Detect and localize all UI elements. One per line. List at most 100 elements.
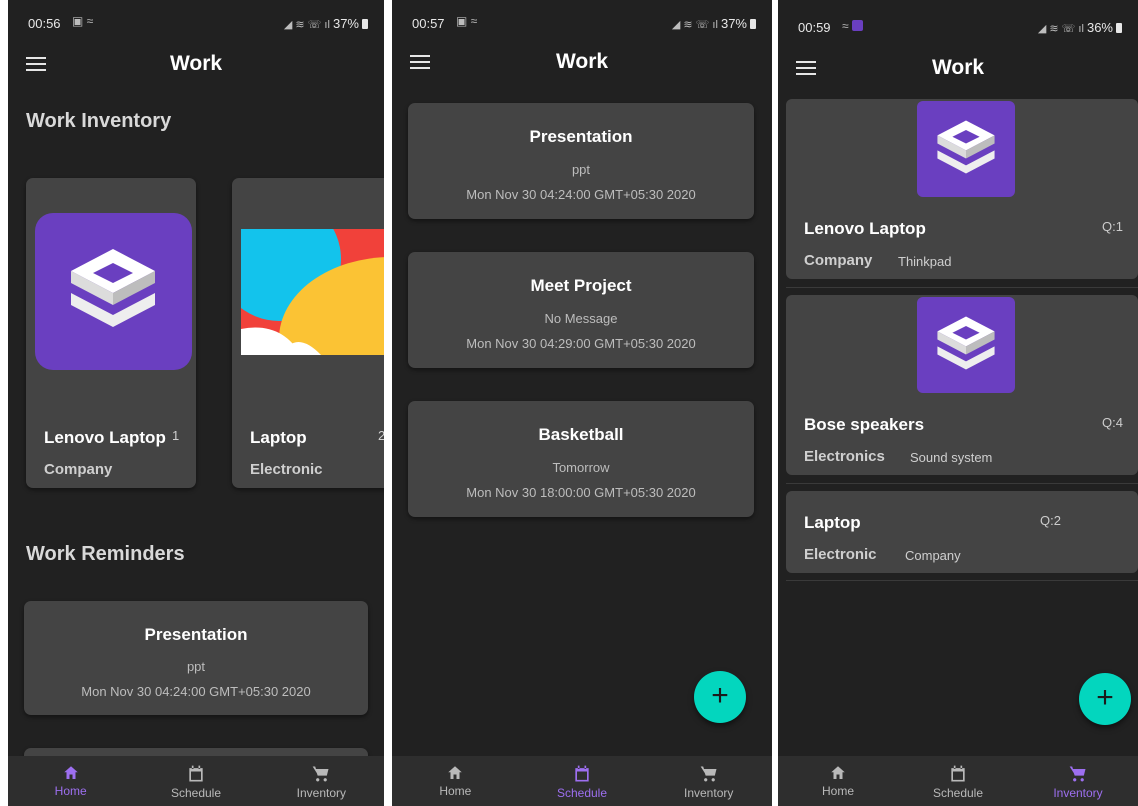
reminder-date: Mon Nov 30 18:00:00 GMT+05:30 2020 bbox=[466, 485, 696, 500]
notification-icons: ≈ bbox=[842, 19, 863, 33]
battery-icon bbox=[750, 19, 756, 29]
plus-icon: + bbox=[1096, 681, 1114, 714]
reminders-heading: Work Reminders bbox=[26, 543, 185, 565]
home-icon bbox=[62, 764, 80, 782]
nav-schedule-label: Schedule bbox=[932, 786, 984, 800]
item-detail: Thinkpad bbox=[898, 254, 952, 269]
home-screen: 00:56 ▣ ≈ ◢ ≋ ☏ ıl 37% Work Work Invento… bbox=[8, 0, 384, 806]
reminder-title: Presentation bbox=[529, 127, 633, 146]
reminder-card[interactable]: Presentation ppt Mon Nov 30 04:24:00 GMT… bbox=[24, 601, 368, 715]
status-bar: 00:56 ▣ ≈ ◢ ≋ ☏ ıl 37% bbox=[8, 0, 384, 44]
list-divider bbox=[786, 580, 1138, 581]
nav-inventory-label: Inventory bbox=[1053, 786, 1103, 800]
item-qty: Q:1 bbox=[1102, 219, 1123, 234]
nav-home-label: Home bbox=[54, 784, 87, 798]
app-title: Work bbox=[555, 50, 609, 73]
reminder-card[interactable]: Meet Project No Message Mon Nov 30 04:29… bbox=[408, 252, 754, 368]
status-time: 00:57 bbox=[412, 16, 445, 31]
app-notification-icon bbox=[851, 20, 863, 31]
nav-schedule[interactable]: Schedule bbox=[133, 756, 258, 806]
bottom-nav: Home Schedule Inventory bbox=[8, 756, 384, 806]
app-title: Work bbox=[169, 52, 223, 75]
item-image bbox=[917, 297, 1015, 393]
nav-schedule-label: Schedule bbox=[170, 786, 222, 800]
item-category: Company bbox=[44, 461, 113, 478]
nav-schedule[interactable]: Schedule bbox=[898, 756, 1018, 806]
item-name: Lenovo Laptop bbox=[44, 428, 166, 447]
reminder-title: Meet Project bbox=[530, 276, 632, 295]
reminder-title: Basketball bbox=[538, 425, 624, 444]
nav-inventory-label: Inventory bbox=[684, 786, 734, 800]
item-image bbox=[241, 229, 384, 355]
inventory-screen: 00:59 ≈ ◢ ≋ ☏ ıl 36% Work Lenovo Laptop … bbox=[778, 0, 1138, 806]
reminder-card[interactable]: Basketball Tomorrow Mon Nov 30 18:00:00 … bbox=[408, 401, 754, 517]
battery-icon bbox=[362, 19, 368, 29]
cart-icon bbox=[1068, 764, 1088, 784]
status-bar: 00:59 ≈ ◢ ≋ ☏ ıl 36% bbox=[778, 0, 1138, 44]
battery-icon bbox=[1116, 23, 1122, 33]
reminder-card[interactable]: Presentation ppt Mon Nov 30 04:24:00 GMT… bbox=[408, 103, 754, 219]
item-qty: 2 bbox=[378, 428, 384, 443]
status-time: 00:56 bbox=[28, 16, 61, 31]
home-icon bbox=[446, 764, 464, 782]
stack-logo-icon bbox=[932, 311, 1000, 379]
inventory-list-item[interactable]: Laptop Q:2 Electronic Company bbox=[786, 491, 1138, 573]
cart-icon bbox=[699, 764, 719, 784]
add-item-button[interactable]: + bbox=[1079, 673, 1131, 725]
nav-home-label: Home bbox=[821, 784, 854, 798]
item-detail: Company bbox=[905, 548, 961, 563]
status-right: ◢ ≋ ☏ ıl 37% bbox=[284, 16, 368, 31]
calendar-icon bbox=[186, 764, 206, 784]
reminder-date: Mon Nov 30 04:29:00 GMT+05:30 2020 bbox=[466, 336, 696, 351]
nav-inventory[interactable]: Inventory bbox=[645, 756, 772, 806]
reminder-date: Mon Nov 30 04:24:00 GMT+05:30 2020 bbox=[81, 684, 311, 699]
reminder-message: No Message bbox=[544, 311, 618, 326]
plus-icon: + bbox=[711, 679, 729, 712]
app-title: Work bbox=[931, 56, 985, 79]
nav-home[interactable]: Home bbox=[778, 756, 898, 806]
nav-home[interactable]: Home bbox=[8, 756, 133, 806]
reminder-title: Presentation bbox=[144, 625, 248, 644]
item-category: Electronic bbox=[250, 461, 323, 478]
list-divider bbox=[786, 483, 1138, 484]
inventory-list-item[interactable]: Bose speakers Q:4 Electronics Sound syst… bbox=[786, 295, 1138, 475]
item-image bbox=[917, 101, 1015, 197]
inventory-card[interactable]: Lenovo Laptop 1 Company bbox=[26, 178, 196, 488]
calendar-icon bbox=[948, 764, 968, 784]
nav-inventory[interactable]: Inventory bbox=[1018, 756, 1138, 806]
item-name: Bose speakers bbox=[804, 415, 925, 434]
item-name: Laptop bbox=[250, 428, 307, 447]
notification-icons: ▣ ≈ bbox=[456, 14, 478, 28]
list-divider bbox=[786, 287, 1138, 288]
signal-icons: ◢ ≋ ☏ ıl bbox=[671, 19, 721, 31]
signal-icons: ◢ ≋ ☏ ıl bbox=[1037, 23, 1087, 35]
nav-inventory[interactable]: Inventory bbox=[259, 756, 384, 806]
nav-home-label: Home bbox=[439, 784, 472, 798]
status-right: ◢ ≋ ☏ ıl 36% bbox=[1038, 20, 1122, 35]
item-qty: 1 bbox=[172, 428, 180, 443]
item-category: Electronics bbox=[804, 448, 885, 465]
bottom-nav: Home Schedule Inventory bbox=[392, 756, 772, 806]
nav-home[interactable]: Home bbox=[392, 756, 519, 806]
battery-percent: 37% bbox=[332, 16, 359, 31]
inventory-card[interactable]: Laptop 2 Electronic bbox=[232, 178, 384, 488]
bottom-nav: Home Schedule Inventory bbox=[778, 756, 1138, 806]
item-category: Electronic bbox=[804, 546, 877, 563]
item-detail: Sound system bbox=[910, 450, 993, 465]
item-qty: Q:4 bbox=[1102, 415, 1123, 430]
nav-schedule-label: Schedule bbox=[556, 786, 608, 800]
nav-schedule[interactable]: Schedule bbox=[519, 756, 646, 806]
status-right: ◢ ≋ ☏ ıl 37% bbox=[672, 16, 756, 31]
status-time: 00:59 bbox=[798, 20, 831, 35]
status-bar: 00:57 ▣ ≈ ◢ ≋ ☏ ıl 37% bbox=[392, 0, 772, 44]
item-category: Company bbox=[804, 252, 873, 269]
nav-inventory-label: Inventory bbox=[296, 786, 346, 800]
item-name: Laptop bbox=[804, 513, 861, 532]
inventory-list-item[interactable]: Lenovo Laptop Q:1 Company Thinkpad bbox=[786, 99, 1138, 279]
add-reminder-button[interactable]: + bbox=[694, 671, 746, 723]
notification-icons: ▣ ≈ bbox=[72, 14, 94, 28]
battery-percent: 37% bbox=[720, 16, 747, 31]
signal-icons: ◢ ≋ ☏ ıl bbox=[283, 19, 333, 31]
item-name: Lenovo Laptop bbox=[804, 219, 926, 238]
reminder-message: ppt bbox=[186, 659, 206, 674]
